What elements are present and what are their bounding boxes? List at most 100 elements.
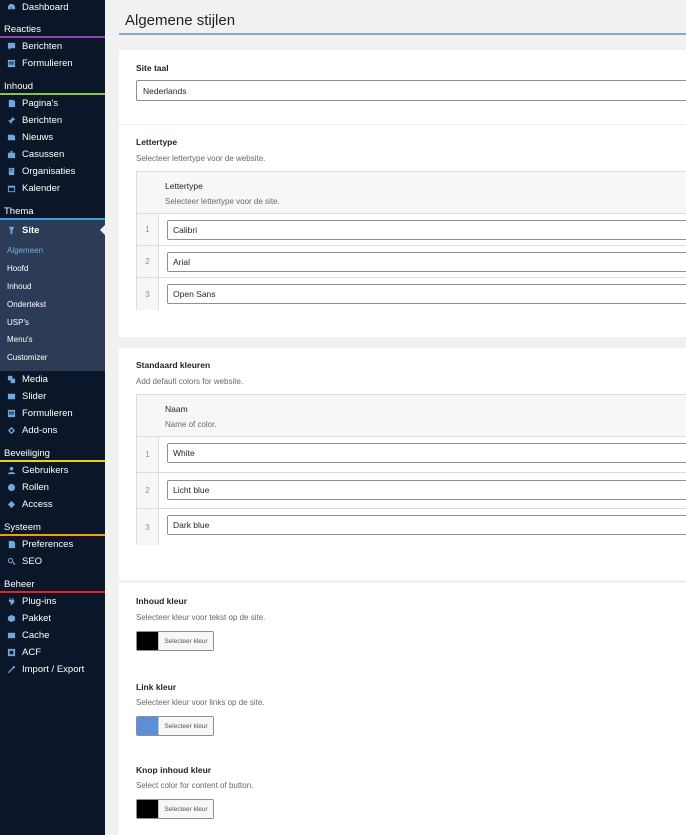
access-icon [6,499,16,509]
table-row: 2 Licht blue [137,472,686,508]
addon-icon [6,425,16,435]
site-taal-select[interactable]: Nederlands [136,80,686,101]
column-label: Naam [165,404,188,414]
font-input[interactable]: Arial [167,252,686,272]
sidebar-item-rollen[interactable]: Rollen [0,479,105,496]
row-number: 1 [137,214,159,245]
sidebar-item-plugins[interactable]: Plug-ins [0,593,105,610]
color-swatch [137,717,158,735]
column-label: Lettertype [165,181,203,191]
sidebar-item-label: Slider [22,390,47,402]
site-taal-panel: Site taal Nederlands [119,50,686,124]
sidebar-item-label: Cache [22,629,50,641]
preferences-icon [6,539,16,549]
knop-kleur-desc: Select color for content of button. [136,781,254,790]
lettertype-panel: Lettertype Selecteer lettertype voor de … [119,125,686,337]
select-color-button-label: Selecteer kleur [158,800,213,818]
sidebar-item-paginas[interactable]: Pagina's [0,95,105,112]
section-divider [0,93,105,95]
sidebar-item-kalender[interactable]: Kalender [0,180,105,197]
sidebar-item-access[interactable]: Access [0,496,105,513]
sidebar-item-label: Formulieren [22,58,73,69]
sidebar-item-label: Formulieren [22,407,73,419]
submenu-item-usps[interactable]: USP's [0,313,105,331]
row-number: 2 [137,473,159,508]
section-header-beheer: Beheer [0,576,105,593]
submenu-item-ondertekst[interactable]: Ondertekst [0,295,105,313]
sidebar-item-label: Gebruikers [22,464,69,476]
acf-icon [6,647,16,657]
brush-icon [6,225,16,235]
select-color-button-label: Selecteer kleur [158,717,213,735]
sidebar-item-seo[interactable]: SEO [0,553,105,570]
section-header-inhoud: Inhoud [0,78,105,95]
sidebar-item-berichten[interactable]: Berichten [0,38,105,55]
package-icon [6,613,16,623]
submenu-item-hoofd[interactable]: Hoofd [0,260,105,278]
sidebar-item-organisaties[interactable]: Organisaties [0,163,105,180]
main-content: Algemene stijlen Site taal Nederlands Le… [105,0,686,835]
color-name-input[interactable]: White [167,443,686,463]
sidebar-item-label: Berichten [22,115,63,126]
title-divider [119,33,686,35]
row-number: 1 [137,437,159,472]
sidebar-item-site[interactable]: Site [0,220,105,240]
section-header-thema: Thema [0,203,105,220]
section-header-beveiliging: Beveiliging [0,445,105,462]
sidebar-item-berichten[interactable]: Berichten [0,112,105,129]
row-number: 3 [137,278,159,310]
table-row: 1 Calibri [137,213,686,245]
sidebar-item-acf[interactable]: ACF [0,644,105,661]
page-icon [6,99,16,109]
knop-kleur-label: Knop inhoud kleur [136,765,212,775]
site-taal-label: Site taal [136,63,169,73]
knop-kleur-picker[interactable]: Selecteer kleur [136,799,214,819]
color-swatch [137,632,158,650]
sidebar-item-formulieren[interactable]: Formulieren [0,405,105,422]
sidebar-item-addons[interactable]: Add-ons [0,422,105,439]
sidebar-item-dashboard[interactable]: Dashboard [0,0,105,15]
inhoud-kleur-picker[interactable]: Selecteer kleur [136,631,214,651]
sidebar-item-media[interactable]: Media [0,371,105,388]
sidebar-item-label: Dashboard [22,2,69,13]
font-input[interactable]: Open Sans [167,284,686,304]
sidebar-item-label: Add-ons [22,424,58,436]
pin-icon [6,116,16,126]
column-desc: Name of color. [165,420,217,429]
news-icon [6,133,16,143]
sidebar-item-cache[interactable]: Cache [0,627,105,644]
link-kleur-label: Link kleur [136,682,177,692]
building-icon [6,167,16,177]
sidebar-item-casussen[interactable]: Casussen [0,146,105,163]
submenu-item-algemeen[interactable]: Algemeen [0,242,105,260]
sidebar-item-preferences[interactable]: Preferences [0,536,105,553]
media-icon [6,374,16,384]
repeater-header: Naam Name of color. [159,395,686,436]
sidebar-item-label: Casussen [22,149,65,160]
sidebar-item-gebruikers[interactable]: Gebruikers [0,462,105,479]
case-icon [6,150,16,160]
table-row: 3 Dark blue [137,508,686,545]
submenu-item-inhoud[interactable]: Inhoud [0,278,105,296]
roles-icon [6,482,16,492]
submenu-item-customizer[interactable]: Customizer [0,349,105,367]
sidebar-item-pakket[interactable]: Pakket [0,610,105,627]
user-icon [6,465,16,475]
color-name-input[interactable]: Dark blue [167,515,686,535]
color-swatch [137,800,158,818]
section-title: Reacties [4,24,41,35]
sidebar-item-nieuws[interactable]: Nieuws [0,129,105,146]
sidebar-item-formulieren[interactable]: Formulieren [0,55,105,72]
sidebar-item-label: ACF [22,646,41,658]
sidebar-item-label: Kalender [22,183,61,194]
link-kleur-picker[interactable]: Selecteer kleur [136,716,214,736]
kleuren-panel: Standaard kleuren Add default colors for… [119,348,686,580]
sidebar-item-label: Rollen [22,481,49,493]
sidebar-item-slider[interactable]: Slider [0,388,105,405]
font-input[interactable]: Calibri [167,220,686,240]
admin-sidebar: Dashboard Reacties Berichten Formulieren… [0,0,105,835]
color-name-input[interactable]: Licht blue [167,480,686,500]
sidebar-item-label: Plug-ins [22,595,57,607]
sidebar-item-import-export[interactable]: Import / Export [0,661,105,678]
submenu-item-menus[interactable]: Menu's [0,331,105,349]
